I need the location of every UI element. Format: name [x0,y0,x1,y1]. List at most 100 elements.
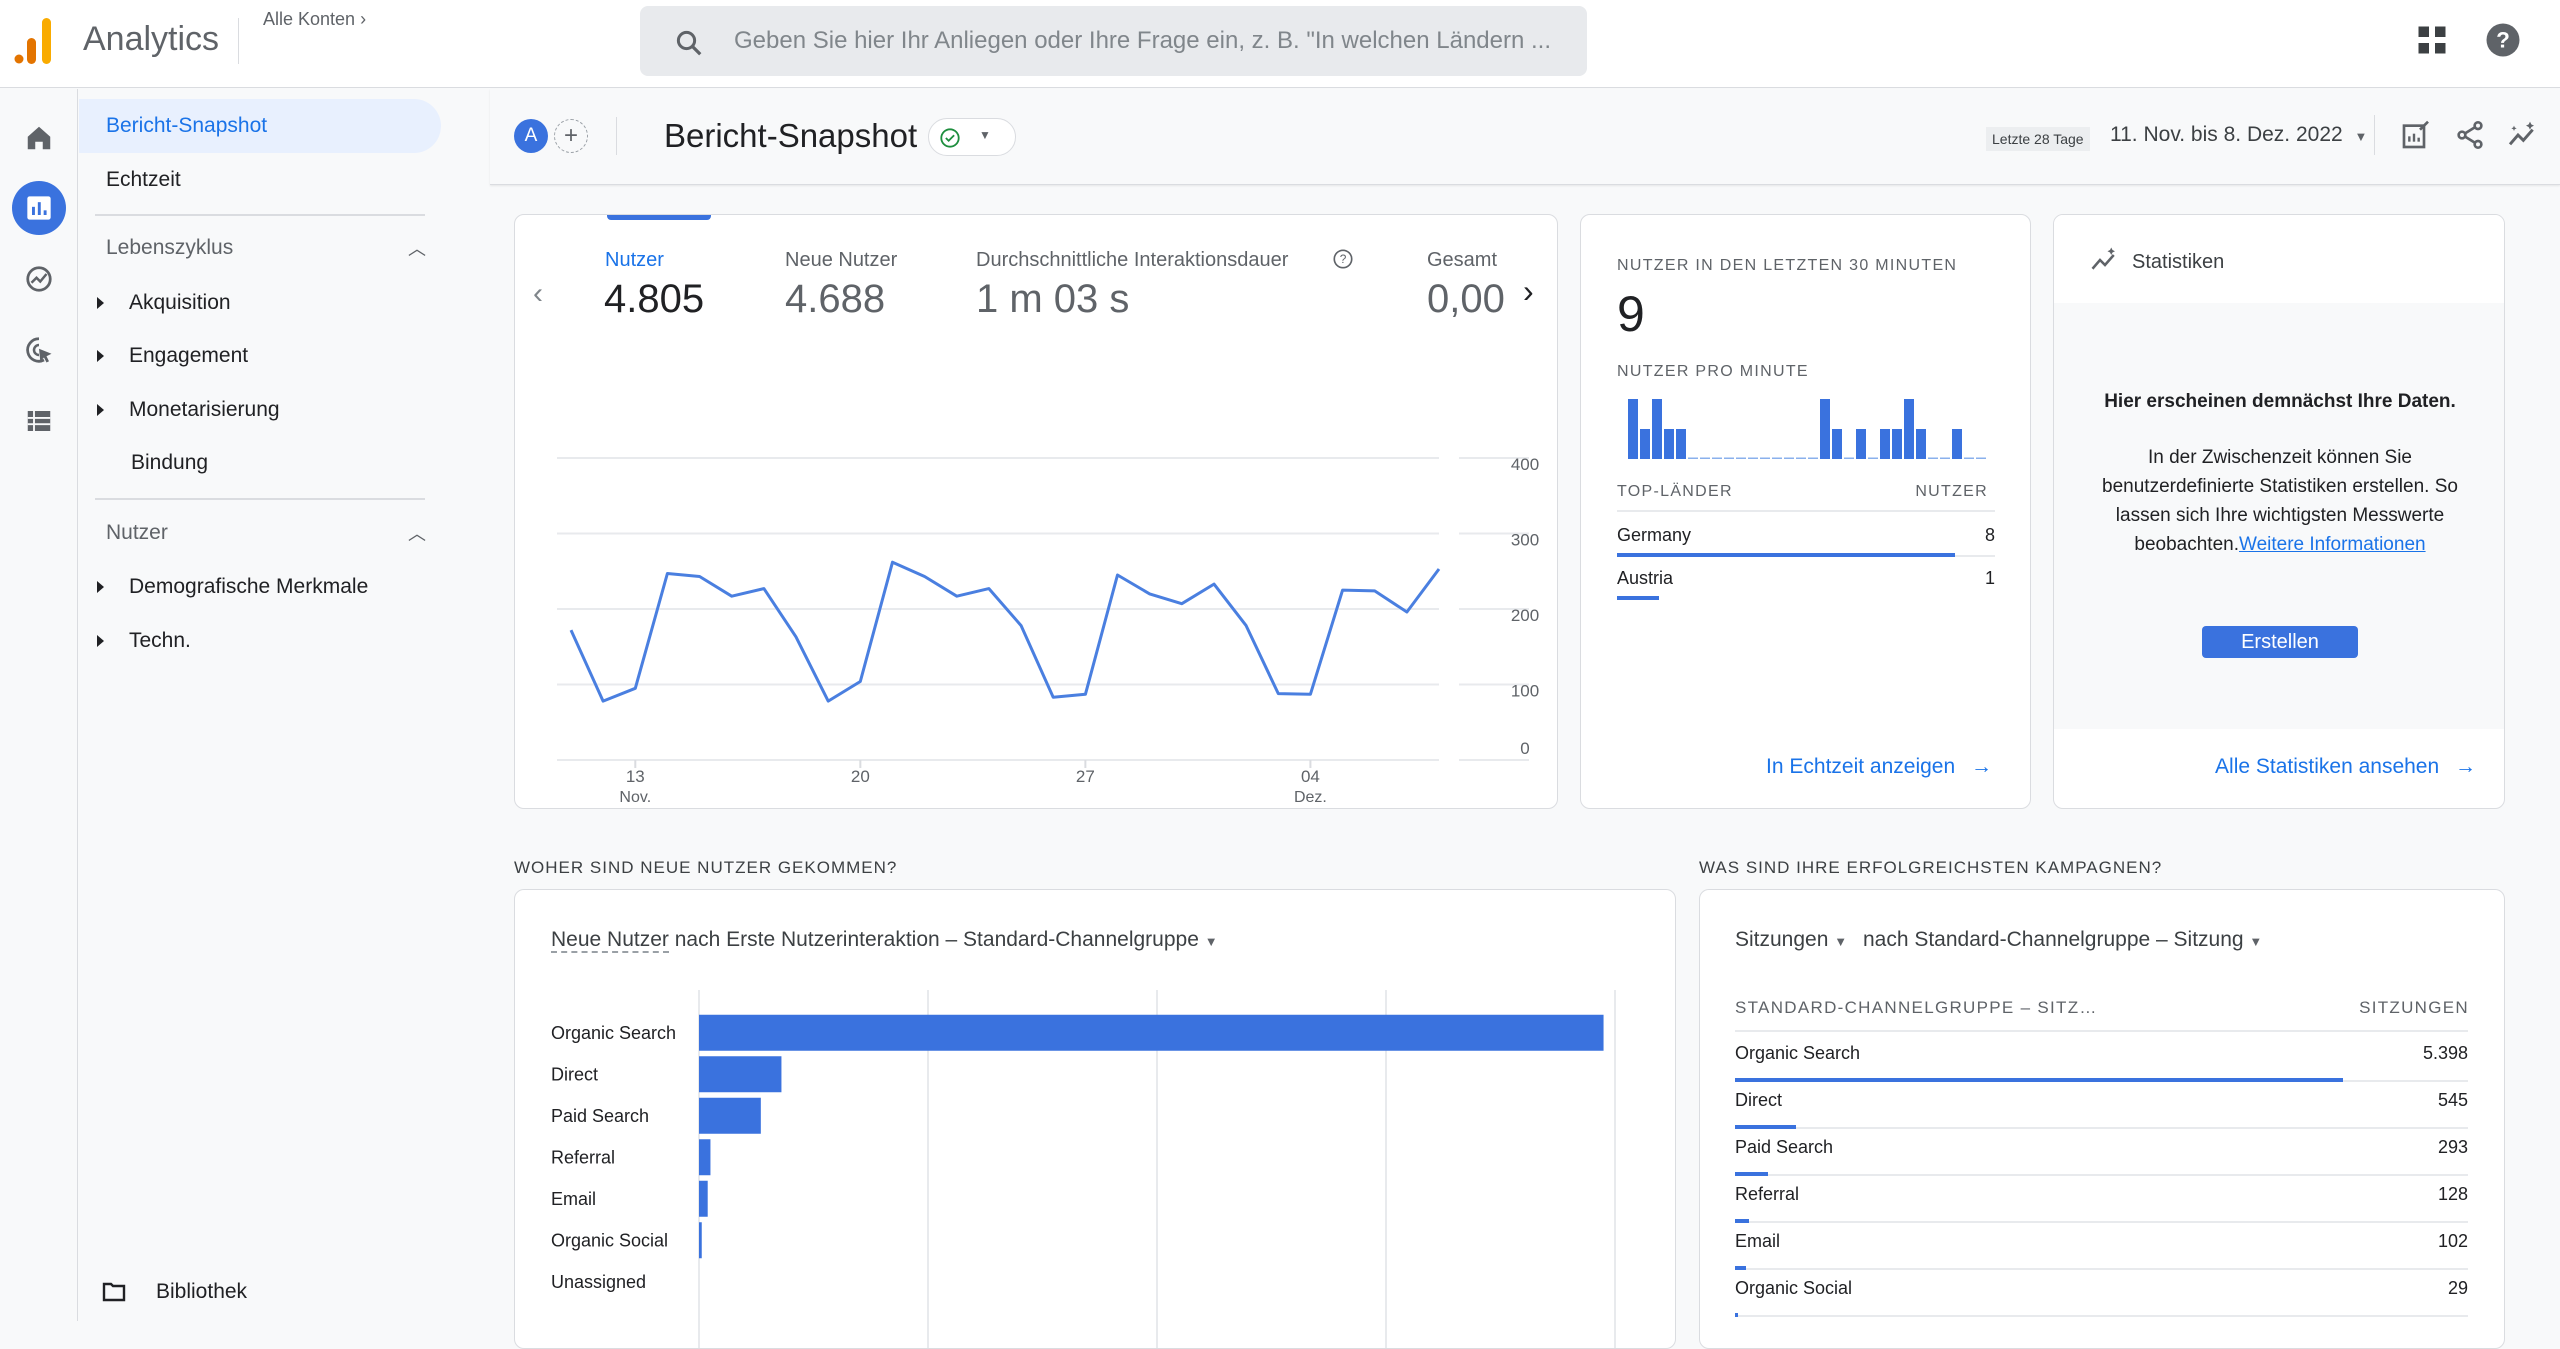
y-tick-label: 0 [1520,739,1529,758]
table-row: Email102 [1735,1223,2468,1270]
view-all-insights-link[interactable]: Alle Statistiken ansehen → [2215,755,2476,779]
expand-arrow-icon [97,404,104,416]
create-insight-button[interactable]: Erstellen [2202,626,2358,658]
metric-dropdown[interactable]: Sitzungen ▼ [1735,928,1847,951]
campaigns-card: Sitzungen ▼ nach Standard-Channelgruppe … [1699,889,2505,1349]
x-tick-label: 04 [1301,767,1320,786]
view-realtime-link[interactable]: In Echtzeit anzeigen → [1766,755,1992,779]
divider [238,18,239,64]
channel-bar [699,1222,702,1258]
reports-button[interactable] [12,181,66,235]
table-row: Organic Search 5.398 [1735,1035,2468,1082]
minute-bar [1772,458,1782,460]
add-comparison-button[interactable]: + [554,119,588,153]
search-box[interactable] [640,6,1587,76]
new-users-section-title: WOHER SIND NEUE NUTZER GEKOMMEN? [514,858,897,878]
minute-bar [1844,458,1854,460]
nav-section-nutzer[interactable]: Nutzer︿ [106,520,426,546]
configure-button[interactable] [12,394,66,448]
advertising-icon [24,335,54,365]
report-header: A + Bericht-Snapshot ▼ Letzte 28 Tage 11… [490,89,2560,185]
y-tick-label: 300 [1511,531,1539,550]
caret-down-icon: ▼ [1834,934,1847,949]
channel-bar [699,1139,710,1175]
insights-icon[interactable] [2506,119,2538,151]
dimension-dropdown[interactable]: nach Standard-Channelgruppe – Sitzung ▼ [1863,928,2262,951]
metric-label[interactable]: Neue Nutzer [551,928,669,953]
nav-item-techn[interactable]: Techn. [79,614,191,668]
users-header: Nutzer [1915,483,1988,501]
explore-button[interactable] [12,252,66,306]
all-accounts-link[interactable]: Alle Konten › [263,9,366,30]
sessions-value: 5.398 [2423,1043,2468,1064]
channel-name: Direct [1735,1090,1782,1111]
list-icon [24,406,54,436]
kpi-tab-gesamt[interactable]: Gesamt 0,00 [1427,215,1515,335]
minute-bar [1748,458,1758,460]
nav-item-engagement[interactable]: Engagement [79,329,248,383]
nav-item-bindung[interactable]: Bindung [79,436,208,490]
y-tick-label: 400 [1511,455,1539,474]
customize-report-icon[interactable] [2400,119,2432,151]
channel-bar [699,1098,761,1134]
previous-metric-button[interactable]: ‹ [533,277,543,311]
advertising-button[interactable] [12,323,66,377]
caret-down-icon: ▼ [2355,129,2368,144]
nav-item-demografische-merkmale[interactable]: Demografische Merkmale [79,560,368,614]
bar-category-label: Referral [551,1147,615,1167]
date-range-picker[interactable]: 11. Nov. bis 8. Dez. 2022 ▼ [2110,123,2367,147]
campaigns-selector: Sitzungen ▼ nach Standard-Channelgruppe … [1735,928,2262,952]
folder-icon [102,1281,126,1303]
analytics-logo[interactable] [14,18,56,64]
divider [1617,510,1995,512]
home-icon [24,123,54,153]
bar-category-label: Direct [551,1064,598,1084]
realtime-title: Nutzer in den letzten 30 Minuten [1617,257,1957,275]
users-line [571,562,1439,701]
country-bar [1617,553,1955,557]
channel-bar [699,1056,781,1092]
help-outline-icon[interactable]: ? [1332,248,1354,270]
minute-bar [1760,458,1770,460]
date-range-chip: Letzte 28 Tage [1986,127,2090,151]
nav-item-echtzeit[interactable]: Echtzeit [79,153,181,207]
caret-down-icon: ▼ [2249,934,2262,949]
channel-name: Organic Search [1735,1043,1860,1064]
channel-name: Referral [1735,1184,1799,1205]
country-bar [1617,596,1659,600]
nav-item-bericht-snapshot[interactable]: Bericht-Snapshot [79,99,441,153]
divider [95,214,425,216]
expand-arrow-icon [97,297,104,309]
help-icon[interactable]: ? [2485,22,2521,58]
nav-item-bibliothek[interactable]: Bibliothek [79,1265,247,1319]
nav-item-monetarisierung[interactable]: Monetarisierung [79,383,280,437]
home-button[interactable] [12,111,66,165]
svg-text:?: ? [1340,252,1347,266]
channel-name: Organic Social [1735,1278,1852,1299]
caret-down-icon: ▼ [979,128,991,142]
nav-section-lebenszyklus[interactable]: Lebenszyklus︿ [106,235,426,261]
minute-bar [1976,458,1986,460]
sessions-value: 293 [2438,1137,2468,1158]
learn-more-link[interactable]: Weitere Informationen [2239,534,2426,555]
check-circle-icon [939,127,961,149]
caret-down-icon: ▼ [1205,934,1218,949]
insights-header: Statistiken [2054,215,2504,303]
x-tick-label: 27 [1076,767,1095,786]
apps-grid-icon[interactable] [2414,22,2450,58]
minute-bar [1700,458,1710,460]
search-input[interactable] [734,20,1574,62]
minute-bar [1856,429,1866,459]
minute-bar [1736,458,1746,460]
new-users-dimension-selector[interactable]: Neue Nutzer nach Erste Nutzerinteraktion… [551,928,1218,952]
minute-bar [1676,429,1686,459]
minute-bar [1652,399,1662,459]
y-tick-label: 200 [1511,606,1539,625]
table-row: Referral128 [1735,1176,2468,1223]
next-metric-button[interactable]: › [1523,273,1534,310]
minute-bar [1928,458,1938,460]
comparison-avatar[interactable]: A [514,119,548,153]
share-icon[interactable] [2454,119,2486,151]
report-status-dropdown[interactable]: ▼ [928,118,1016,156]
nav-item-akquisition[interactable]: Akquisition [79,276,231,330]
